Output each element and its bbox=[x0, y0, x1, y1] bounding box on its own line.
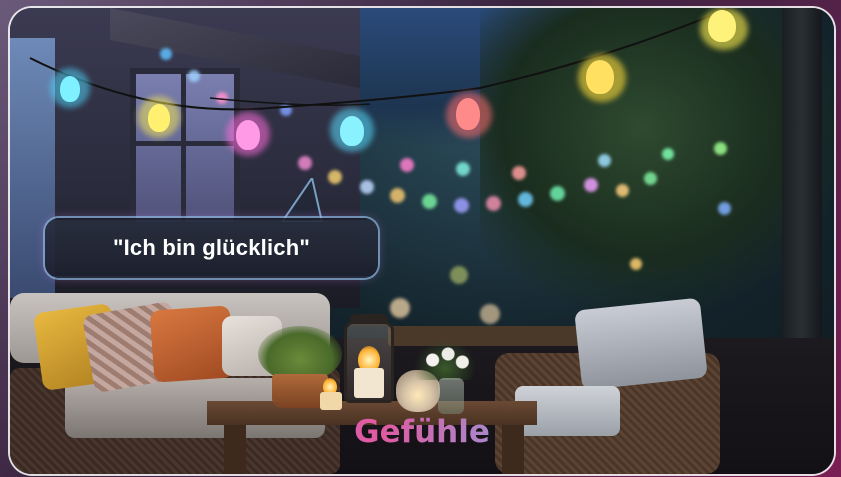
glass-vase bbox=[438, 378, 464, 414]
white-flowers bbox=[414, 340, 476, 380]
lantern-candle bbox=[354, 368, 384, 398]
caption-title: Gefühle bbox=[10, 414, 834, 450]
armchair-back-cushion bbox=[574, 297, 708, 391]
speech-bubble-text: "Ich bin glücklich" bbox=[112, 235, 311, 260]
photo-card: "Ich bin glücklich" Gefühle bbox=[10, 8, 834, 474]
speech-bubble: "Ich bin glücklich" bbox=[45, 218, 378, 278]
speech-bubble-tail bbox=[282, 178, 324, 222]
tealight-candle bbox=[320, 392, 342, 410]
